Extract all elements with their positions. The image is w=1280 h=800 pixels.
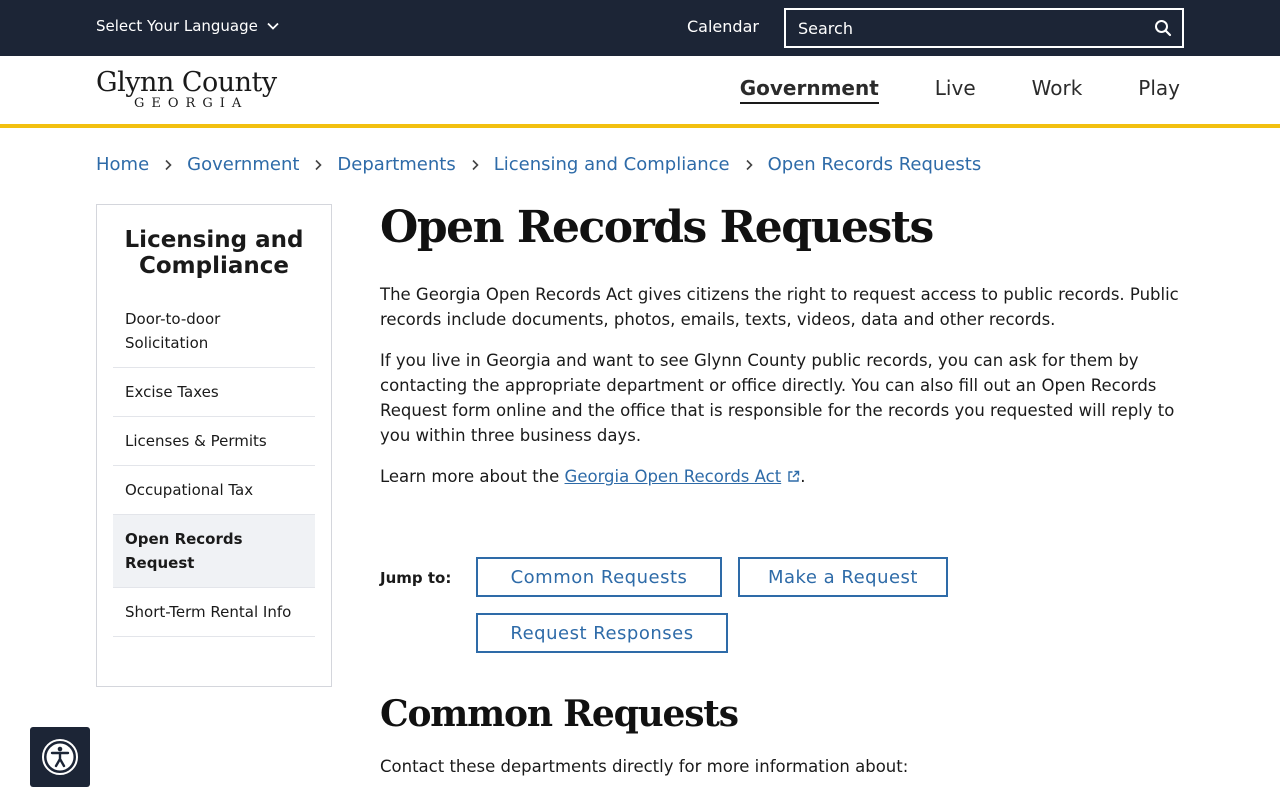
- nav-work[interactable]: Work: [1032, 76, 1083, 104]
- link-text: Georgia Open Records Act: [564, 467, 782, 486]
- sidebar-item-open-records[interactable]: Open Records Request: [113, 515, 315, 588]
- chevron-right-icon: [313, 159, 323, 171]
- site-logo[interactable]: Glynn County GEORGIA: [96, 67, 277, 111]
- learn-more-suffix: .: [800, 467, 806, 486]
- sidebar-title: Licensing and Compliance: [124, 227, 304, 279]
- breadcrumb-current[interactable]: Open Records Requests: [768, 154, 982, 175]
- chevron-right-icon: [163, 159, 173, 171]
- main-nav: Government Live Work Play: [739, 76, 1180, 104]
- sidebar-item-occupational-tax[interactable]: Occupational Tax: [113, 466, 315, 515]
- breadcrumb-home[interactable]: Home: [96, 154, 149, 175]
- breadcrumb: Home Government Departments Licensing an…: [96, 154, 981, 175]
- jump-request-responses-button[interactable]: Request Responses: [476, 613, 728, 653]
- accessibility-button[interactable]: [30, 727, 90, 787]
- jump-make-request-button[interactable]: Make a Request: [738, 557, 948, 597]
- logo-sub-text: GEORGIA: [134, 96, 249, 111]
- page-title: Open Records Requests: [380, 202, 934, 253]
- chevron-right-icon: [470, 159, 480, 171]
- nav-government[interactable]: Government: [739, 76, 879, 104]
- breadcrumb-government[interactable]: Government: [187, 154, 299, 175]
- jump-label: Jump to:: [380, 569, 452, 587]
- sidebar-item-short-term-rental[interactable]: Short-Term Rental Info: [113, 588, 315, 637]
- jump-common-requests-button[interactable]: Common Requests: [476, 557, 722, 597]
- accessibility-icon: [42, 739, 78, 775]
- intro-paragraph: The Georgia Open Records Act gives citiz…: [380, 285, 1179, 329]
- chevron-right-icon: [744, 159, 754, 171]
- utility-bar: Select Your Language Calendar: [0, 0, 1280, 56]
- breadcrumb-departments[interactable]: Departments: [337, 154, 455, 175]
- chevron-down-icon: [267, 22, 279, 30]
- sidebar-item-licenses-permits[interactable]: Licenses & Permits: [113, 417, 315, 466]
- nav-play[interactable]: Play: [1138, 76, 1180, 104]
- sidebar-item-door-to-door[interactable]: Door-to-door Solicitation: [113, 295, 315, 368]
- external-link-icon: [788, 470, 800, 482]
- search-input[interactable]: [786, 10, 1144, 46]
- learn-more-paragraph: Learn more about the Georgia Open Record…: [380, 464, 1184, 489]
- main-content: Open Records Requests The Georgia Open R…: [380, 200, 1184, 505]
- search-box: [784, 8, 1184, 48]
- language-selector[interactable]: Select Your Language: [96, 17, 280, 35]
- georgia-open-records-act-link[interactable]: Georgia Open Records Act: [565, 467, 801, 486]
- sidebar-item-excise-taxes[interactable]: Excise Taxes: [113, 368, 315, 417]
- nav-live[interactable]: Live: [935, 76, 976, 104]
- search-button[interactable]: [1144, 10, 1182, 46]
- learn-more-prefix: Learn more about the: [380, 467, 565, 486]
- logo-main-text: Glynn County: [96, 67, 277, 98]
- search-icon: [1155, 20, 1172, 37]
- breadcrumb-licensing[interactable]: Licensing and Compliance: [494, 154, 730, 175]
- common-requests-heading: Common Requests: [380, 693, 739, 735]
- sidebar: Licensing and Compliance Door-to-door So…: [96, 204, 332, 687]
- site-header: Glynn County GEORGIA Government Live Wor…: [0, 56, 1280, 128]
- common-requests-text: Contact these departments directly for m…: [380, 757, 909, 776]
- calendar-link[interactable]: Calendar: [687, 17, 759, 36]
- language-label: Select Your Language: [96, 17, 258, 35]
- instructions-paragraph: If you live in Georgia and want to see G…: [380, 351, 1175, 445]
